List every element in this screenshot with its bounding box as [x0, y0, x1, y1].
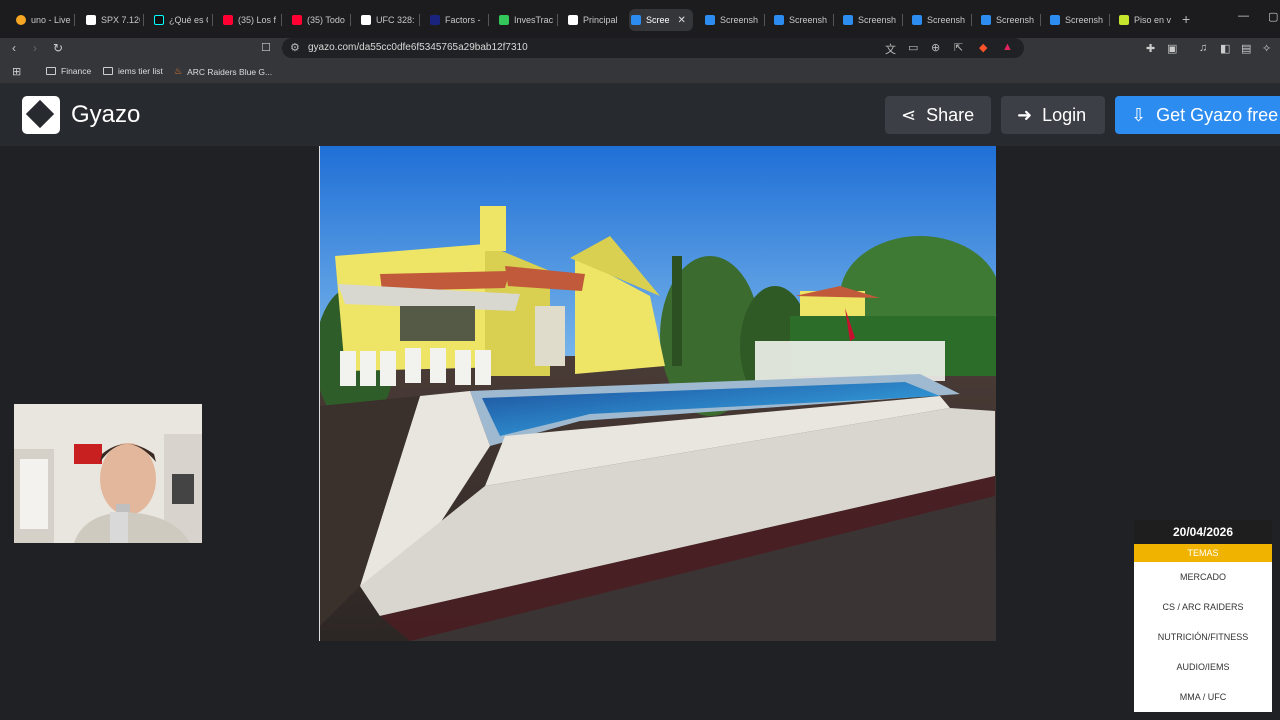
browser-tab[interactable]: (35) Todo [290, 9, 346, 31]
bookmark-finance[interactable]: Finance [46, 66, 91, 76]
gyazo-logo[interactable]: Gyazo [22, 96, 140, 134]
translate-icon[interactable]: 文 [885, 41, 896, 57]
tab-strip: uno - Live SPX 7.126 ¿Qué es C (35) Los … [0, 0, 1280, 38]
bookmark-iems[interactable]: iems tier list [103, 66, 163, 76]
get-gyazo-button[interactable]: ⇩ Get Gyazo free [1115, 96, 1280, 134]
gyazo-logo-icon [22, 96, 60, 134]
tab-favicon-icon [361, 15, 371, 25]
webcam-overlay [14, 404, 202, 543]
zoom-icon[interactable]: ⊕ [931, 41, 940, 54]
bookmark-star-icon[interactable]: ☐ [261, 41, 271, 54]
address-toolbar: ‹ › ↻ ☐ ⚙ gyazo.com/da55cc0dfe6f5345765a… [0, 38, 1280, 60]
share-page-icon[interactable]: ⇱ [954, 41, 963, 54]
download-icon: ⇩ [1131, 104, 1147, 125]
site-info-icon[interactable]: ⚙ [290, 41, 300, 54]
tab-favicon-icon [430, 15, 440, 25]
share-button[interactable]: ⋖ Share [885, 96, 991, 134]
browser-tab[interactable]: Piso en v [1117, 9, 1173, 31]
ai-assistant-icon[interactable]: ✧ [1262, 42, 1271, 55]
gyazo-favicon-icon [981, 15, 991, 25]
url-text[interactable]: gyazo.com/da55cc0dfe6f5345765a29bab12f73… [308, 42, 528, 53]
browser-tab[interactable]: InvesTrac [497, 9, 553, 31]
back-icon[interactable]: ‹ [12, 41, 16, 55]
share-icon: ⋖ [901, 104, 917, 125]
tiktok-icon [154, 15, 164, 25]
browser-tab[interactable]: (35) Los f [221, 9, 277, 31]
browser-tab[interactable]: Screensh [910, 9, 970, 31]
date-label: 20/04/2026 [1134, 520, 1272, 544]
close-tab-icon[interactable]: ✕ [678, 15, 686, 26]
extension-icon[interactable]: ▣ [1167, 42, 1177, 55]
extensions-icon[interactable]: ✚ [1146, 42, 1155, 55]
browser-tab[interactable]: SPX 7.126 [84, 9, 140, 31]
brave-shield-icon[interactable]: ◆ [979, 41, 987, 54]
tab-favicon-icon [16, 15, 26, 25]
browser-tab[interactable]: UFC 328: [359, 9, 415, 31]
tab-favicon-icon [1119, 15, 1129, 25]
topic-item: MMA / UFC [1179, 692, 1227, 702]
apps-grid-icon[interactable]: ⊞ [12, 65, 21, 78]
brave-rewards-icon[interactable]: ▲ [1002, 41, 1013, 53]
maximize-icon[interactable]: ▢ [1268, 10, 1278, 23]
topic-item: NUTRICIÓN/FITNESS [1157, 632, 1249, 642]
login-icon: ➜ [1017, 104, 1033, 125]
tab-favicon-icon [499, 15, 509, 25]
browser-tab[interactable]: Screensh [703, 9, 763, 31]
tab-favicon-icon [568, 15, 578, 25]
url-bar[interactable]: ⚙ gyazo.com/da55cc0dfe6f5345765a29bab12f… [282, 38, 1024, 58]
login-button[interactable]: ➜ Login [1001, 96, 1105, 134]
gyazo-favicon-icon [1050, 15, 1060, 25]
browser-tab[interactable]: Screensh [1048, 9, 1108, 31]
reload-icon[interactable]: ↻ [53, 41, 63, 55]
wallet-icon[interactable]: ▤ [1241, 42, 1251, 55]
folder-icon [103, 67, 113, 75]
topics-overlay: 20/04/2026 TEMAS MERCADO CS / ARC RAIDER… [1134, 520, 1272, 712]
browser-tab[interactable]: uno - Live [14, 9, 72, 31]
gyazo-favicon-icon [912, 15, 922, 25]
temas-header: TEMAS [1134, 544, 1272, 562]
topic-item: MERCADO [1179, 572, 1226, 582]
forward-icon[interactable]: › [33, 41, 37, 55]
sidebar-icon[interactable]: ◧ [1220, 42, 1230, 55]
browser-tab[interactable]: Principal [566, 9, 622, 31]
gyazo-favicon-icon [631, 15, 641, 25]
browser-tab[interactable]: ¿Qué es C [152, 9, 208, 31]
browser-tab[interactable]: Factors - [428, 9, 484, 31]
screenshot-image[interactable] [319, 146, 996, 641]
webcam-feed [14, 404, 202, 543]
gyazo-favicon-icon [843, 15, 853, 25]
flame-icon: ♨ [174, 66, 183, 76]
topic-item: AUDIO/IEMS [1176, 662, 1230, 672]
new-tab-icon[interactable]: + [1182, 11, 1190, 27]
topics-list: MERCADO CS / ARC RAIDERS NUTRICIÓN/FITNE… [1134, 562, 1272, 712]
youtube-icon [223, 15, 233, 25]
gyazo-favicon-icon [705, 15, 715, 25]
cast-icon[interactable]: ▭ [908, 41, 918, 54]
bookmark-arc-raiders[interactable]: ♨ ARC Raiders Blue G... [174, 66, 272, 77]
minimize-icon[interactable]: — [1238, 10, 1249, 22]
browser-tab[interactable]: Screensh [772, 9, 832, 31]
browser-tab[interactable]: Screensh [979, 9, 1039, 31]
gyazo-favicon-icon [774, 15, 784, 25]
pool-photo [320, 146, 996, 641]
browser-tab[interactable]: Screensh [841, 9, 901, 31]
tab-favicon-icon [86, 15, 96, 25]
media-icon[interactable]: ♫ [1199, 42, 1207, 54]
youtube-icon [292, 15, 302, 25]
bookmarks-bar: ⊞ Finance iems tier list ♨ ARC Raiders Bl… [0, 60, 1280, 84]
topic-item: CS / ARC RAIDERS [1162, 602, 1244, 612]
folder-icon [46, 67, 56, 75]
gyazo-header: Gyazo ⋖ Share ➜ Login ⇩ Get Gyazo free [0, 84, 1280, 146]
browser-tab-active[interactable]: Scree ✕ [629, 9, 693, 31]
